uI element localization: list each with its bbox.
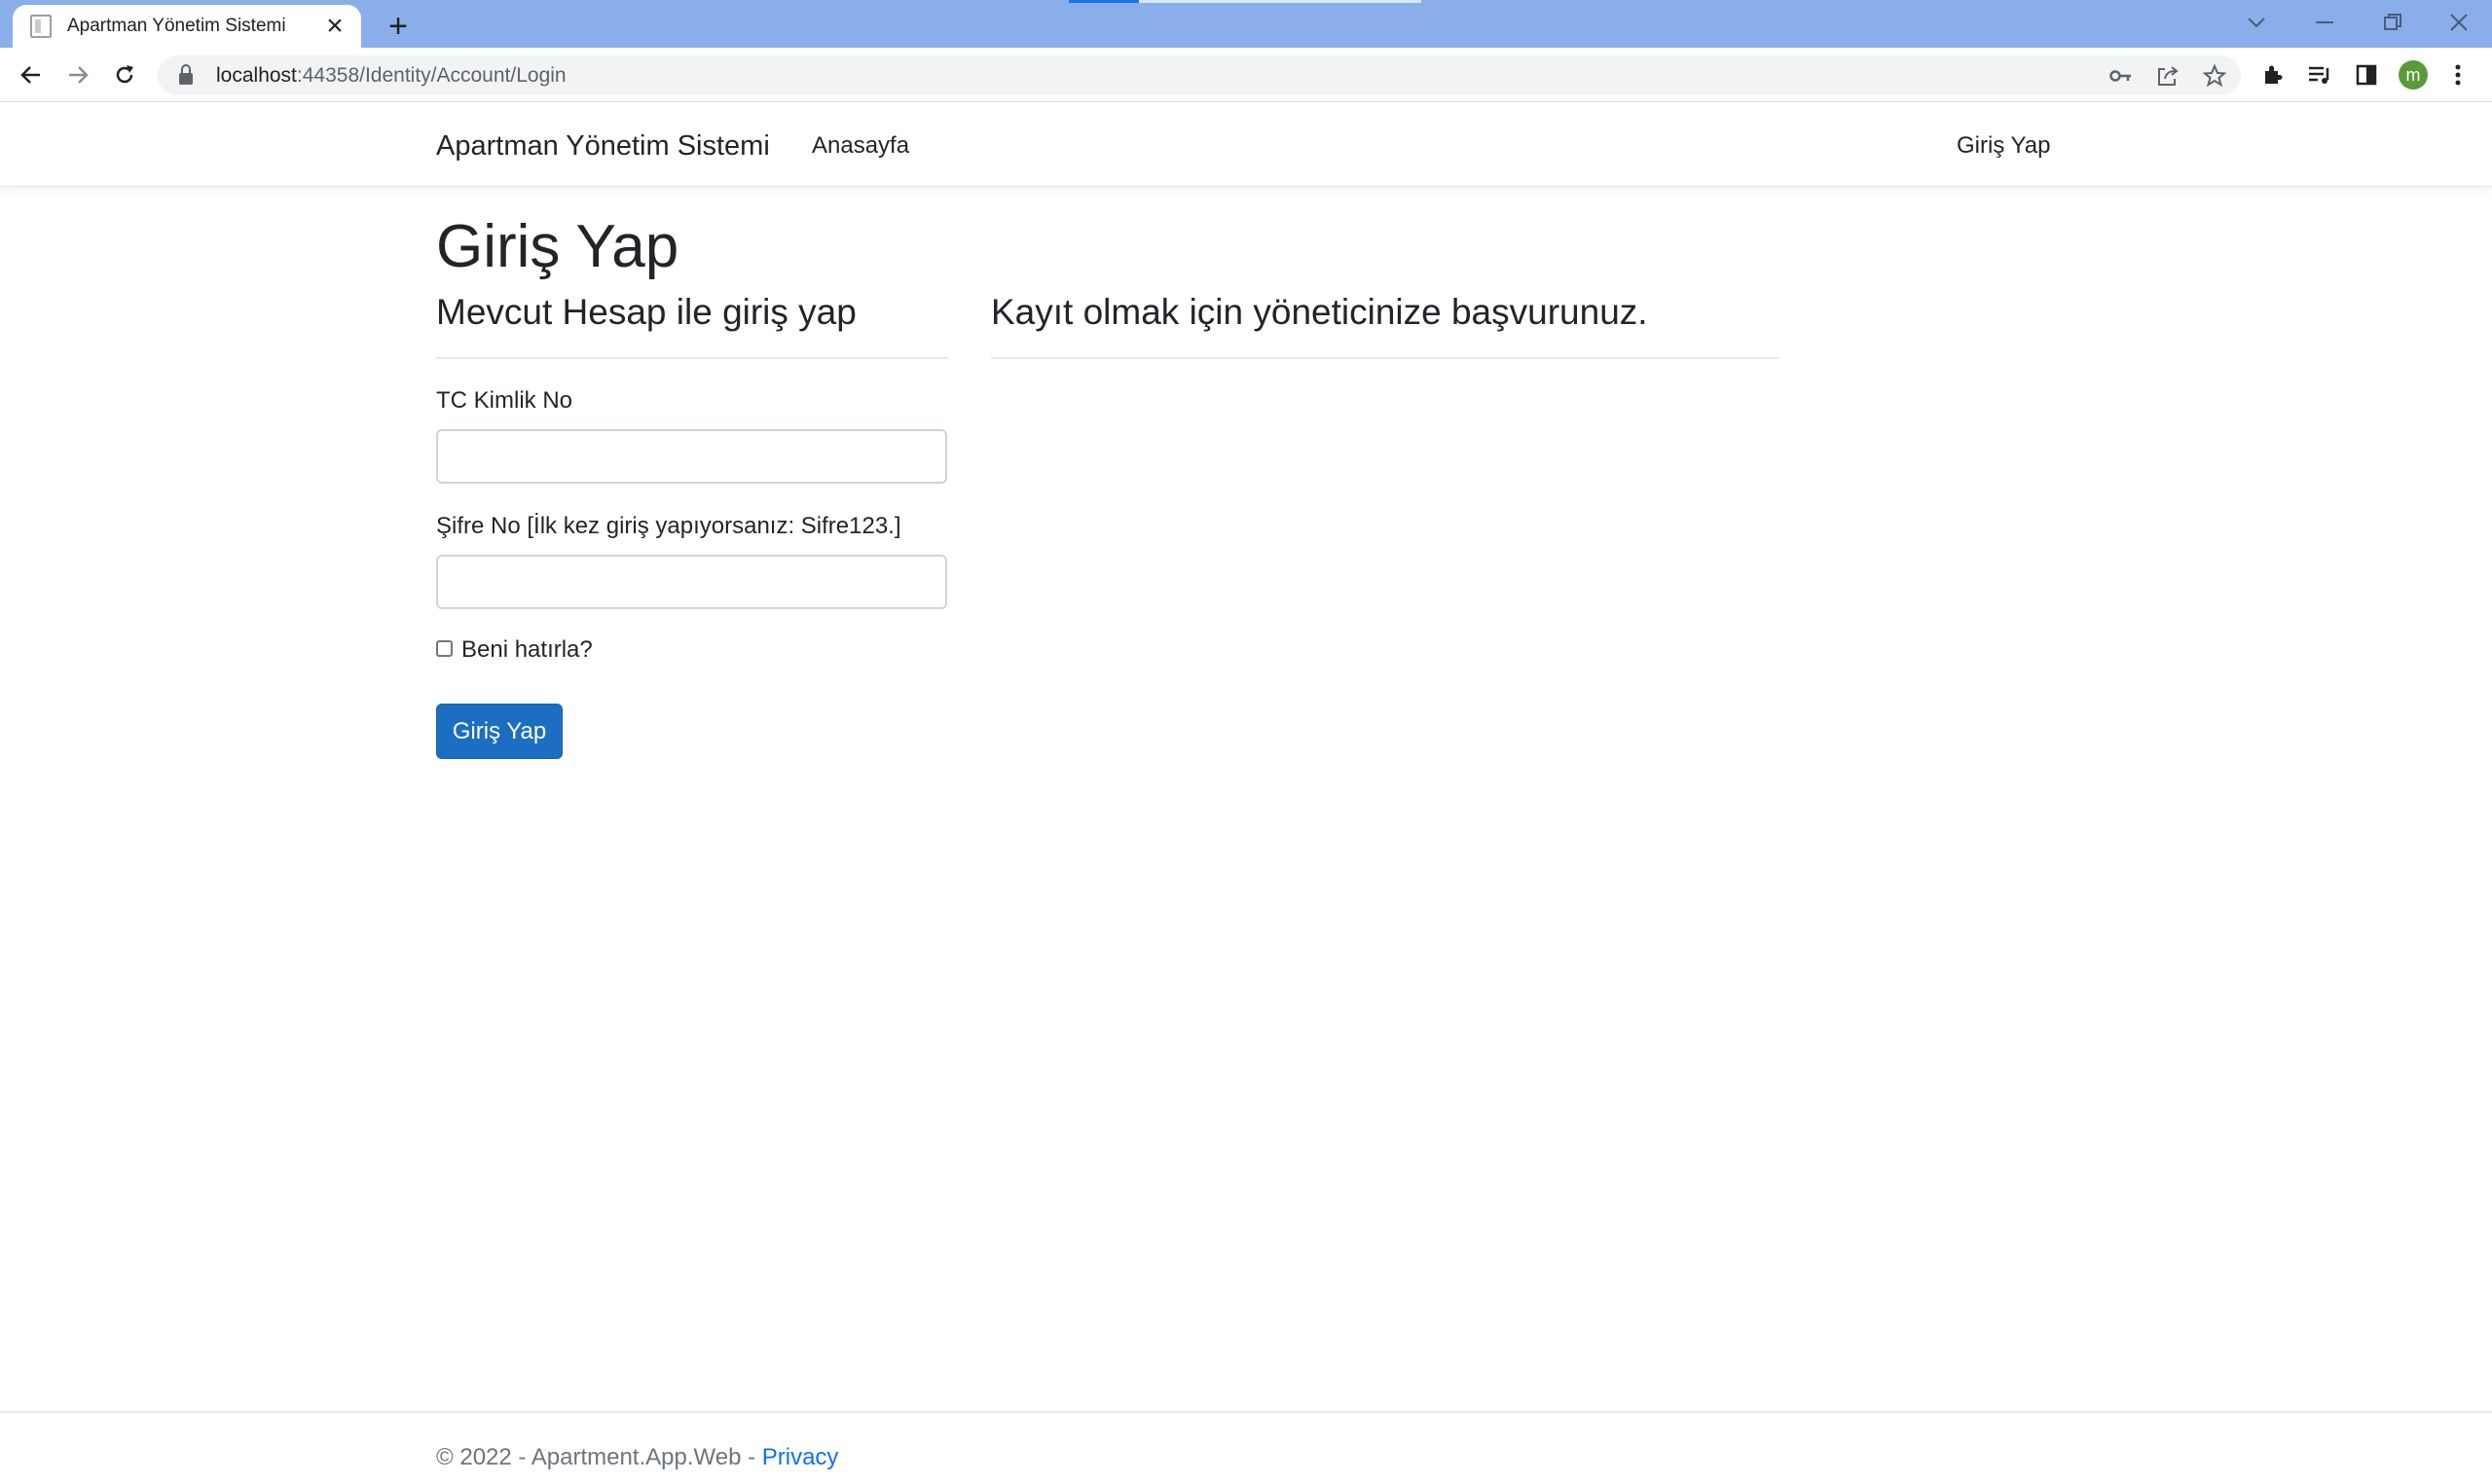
new-tab-icon[interactable]: + [380, 8, 417, 45]
tab-strip-indicator-track [1139, 0, 1421, 3]
nav-link-home[interactable]: Anasayfa [812, 132, 909, 160]
site-footer: © 2022 - Apartment.App.Web - Privacy [0, 1411, 2492, 1484]
restore-icon[interactable] [2364, 4, 2422, 41]
password-input[interactable] [436, 555, 947, 609]
footer-copyright: © 2022 - Apartment.App.Web - [436, 1444, 762, 1470]
extensions-puzzle-icon[interactable] [2256, 58, 2290, 91]
remember-me-checkbox[interactable] [436, 640, 453, 657]
url-text: localhost:44358/Identity/Account/Login [216, 63, 567, 87]
password-key-icon[interactable] [2105, 59, 2138, 92]
forward-icon[interactable] [58, 55, 97, 94]
tab-search-icon[interactable] [2227, 4, 2286, 41]
profile-avatar[interactable]: m [2397, 58, 2430, 91]
privacy-link[interactable]: Privacy [762, 1444, 839, 1470]
login-section-heading: Mevcut Hesap ile giriş yap [436, 292, 857, 332]
browser-toolbar: localhost:44358/Identity/Account/Login m [0, 48, 2492, 102]
page-favicon-icon [30, 15, 52, 38]
browser-title-bar: Apartman Yönetim Sistemi × + [0, 0, 2492, 48]
close-window-icon[interactable] [2430, 4, 2488, 41]
profile-initial: m [2399, 60, 2428, 90]
register-section-heading: Kayıt olmak için yöneticinize başvurunuz… [991, 292, 1648, 332]
lock-icon[interactable] [179, 63, 193, 85]
register-section-divider [991, 357, 1779, 359]
bookmark-star-icon[interactable] [2198, 59, 2231, 92]
password-label: Şifre No [İlk kez giriş yapıyorsanız: Si… [436, 513, 901, 539]
page-title: Giriş Yap [436, 213, 679, 280]
tab-strip-indicator [1069, 0, 1139, 3]
side-panel-icon[interactable] [2350, 58, 2383, 91]
minimize-icon[interactable] [2295, 4, 2354, 41]
nav-link-login[interactable]: Giriş Yap [1957, 132, 2050, 160]
back-icon[interactable] [12, 55, 51, 94]
login-section-divider [436, 357, 948, 359]
media-queue-icon[interactable] [2303, 58, 2336, 91]
address-bar[interactable]: localhost:44358/Identity/Account/Login [158, 55, 2241, 95]
more-menu-icon[interactable] [2441, 58, 2474, 91]
login-submit-button[interactable]: Giriş Yap [436, 704, 563, 759]
close-tab-icon[interactable]: × [320, 12, 349, 41]
tc-kimlik-input[interactable] [436, 429, 947, 484]
site-navbar: Apartman Yönetim Sistemi Anasayfa Giriş … [0, 103, 2492, 187]
browser-tab[interactable]: Apartman Yönetim Sistemi × [13, 5, 361, 48]
tab-title: Apartman Yönetim Sistemi [67, 16, 286, 36]
navbar-brand[interactable]: Apartman Yönetim Sistemi [436, 130, 770, 163]
footer-text: © 2022 - Apartment.App.Web - Privacy [436, 1444, 838, 1471]
reload-icon[interactable] [105, 55, 144, 94]
remember-me-label[interactable]: Beni hatırla? [461, 636, 593, 664]
tc-kimlik-label: TC Kimlik No [436, 387, 573, 414]
share-icon[interactable] [2151, 59, 2184, 92]
